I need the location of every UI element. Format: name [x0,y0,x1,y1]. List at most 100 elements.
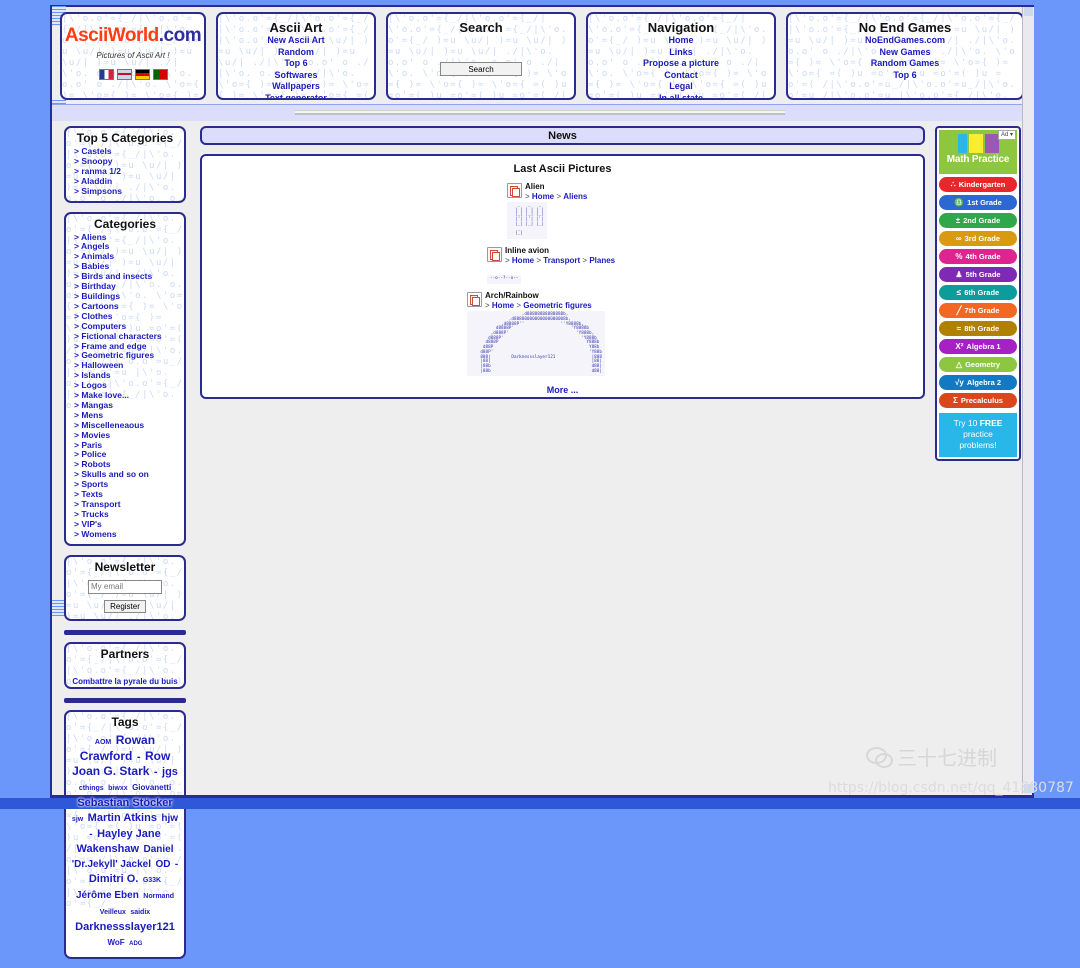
picture-head: Inline avion > Home > Transport > Planes [487,247,923,266]
link-new-ascii-art[interactable]: New Ascii Art [218,35,374,47]
tag-item[interactable]: Rowan Crawford [80,733,155,763]
language-flags [62,69,204,80]
picture-ascii-art[interactable]: ,d88888888888888b, ,d8880000000000000000… [467,311,605,377]
breadcrumb-link[interactable]: Aliens [563,192,587,201]
tag-item[interactable]: Giovanetti [132,783,171,792]
top5-item-simpsons[interactable]: > Simpsons [74,186,184,197]
tag-item[interactable]: - [89,829,92,840]
breadcrumb-link[interactable]: Planes [589,256,615,265]
tag-item[interactable]: Jérôme Eben [76,890,139,901]
picture-meta: Arch/Rainbow > Home > Geometric figures [485,292,592,311]
tags-cloud: AOM Rowan Crawford - Row Joan G. Stark -… [66,731,184,957]
tag-item[interactable]: - [175,859,178,870]
flag-germany-icon[interactable] [134,69,150,80]
sidebar-tags: Tags AOM Rowan Crawford - Row Joan G. St… [64,709,186,959]
tag-item[interactable]: Darknessslayer121 [75,921,175,933]
tag-item[interactable]: - [154,766,158,778]
grade-pill[interactable]: X² Algebra 1 [939,339,1017,354]
tag-item[interactable]: jgs [162,766,178,778]
scroll-up-arrow[interactable] [1024,7,1033,16]
tag-item[interactable]: Sebastian Stöcker [77,797,172,809]
picture-thumbnail-icon[interactable] [487,247,502,263]
grade-pill[interactable]: ♎ 1st Grade [939,195,1017,210]
nav-link-in-all-state[interactable]: In all state [588,93,774,99]
grade-pill[interactable]: △ Geometry [939,357,1017,372]
grade-pill[interactable]: ♟ 5th Grade [939,267,1017,282]
breadcrumb-link[interactable]: Transport [543,256,580,265]
tag-item[interactable]: saidix [130,909,150,916]
link-random[interactable]: Random [218,47,374,59]
ad-ixl-math-practice[interactable]: Ad ▾ Math Practice ∴ Kindergarten ♎ 1st Gra… [935,126,1021,461]
picture-ascii-art[interactable]: --o--?--o-- [487,275,522,284]
grade-pill[interactable]: ∴ Kindergarten [939,177,1017,192]
newsletter-email-input[interactable] [88,579,162,594]
link-top-6[interactable]: Top 6 [218,58,374,70]
games-link-random-games[interactable]: Random Games [788,58,1022,70]
flag-uk-icon[interactable] [116,69,132,80]
grade-pill[interactable]: Σ Precalculus [939,393,1017,408]
picture-thumbnail-icon[interactable] [507,183,522,198]
tag-item[interactable]: Martin Atkins [88,812,157,824]
ad-choices-label[interactable]: Ad ▾ [997,130,1016,140]
grade-pill[interactable]: ╱ 7th Grade [939,303,1017,318]
breadcrumb-link[interactable]: Home [512,256,534,265]
site-logo-panel[interactable]: AsciiWorld.com Pictures of Ascii Art ! [60,12,206,100]
grade-pill[interactable]: ≈8th Grade [939,321,1017,336]
partner-link-pyrale[interactable]: Combattre la pyrale du buis [66,663,184,687]
tag-item[interactable]: cthings [79,785,104,792]
nav-link-links[interactable]: Links [588,47,774,59]
link-text-generator[interactable]: Text generator [218,93,374,99]
picture-entry: Arch/Rainbow > Home > Geometric figures ,… [202,292,923,377]
tag-item[interactable]: sjw [72,816,83,823]
nav-link-legal[interactable]: Legal [588,81,774,93]
search-button[interactable]: Search [440,62,522,76]
category-item[interactable]: > Fictional characters [74,331,184,342]
picture-thumbnail-icon[interactable] [467,292,482,308]
nav-link-home[interactable]: Home [588,35,774,47]
tag-item[interactable]: OD [155,859,170,870]
page-scrollbar[interactable] [1022,7,1034,793]
more-link[interactable]: More ... [202,385,923,395]
grade-glyph-icon: ∞ [955,233,962,243]
picture-ascii-art[interactable]: _ _ _ | | | | | | |_| |_| |_| |'| |'| |'… [507,202,547,239]
grade-pill[interactable]: ≤6th Grade [939,285,1017,300]
games-link-new-games[interactable]: New Games [788,47,1022,59]
picture-name: Inline avion [505,246,550,256]
grade-pill[interactable]: √y Algebra 2 [939,375,1017,390]
tag-item[interactable]: AOM [95,739,111,746]
grade-glyph-icon: ∴ [950,179,956,189]
nav-link-propose-a-picture[interactable]: Propose a picture [588,58,774,70]
tag-item[interactable]: - [137,751,141,763]
tag-item[interactable]: hjw [161,813,178,824]
breadcrumb-link[interactable]: Geometric figures [523,301,591,310]
link-wallpapers[interactable]: Wallpapers [218,81,374,93]
tag-item[interactable]: G33K [143,877,161,884]
grade-pill[interactable]: ∞ 3rd Grade [939,231,1017,246]
scroll-down-arrow[interactable] [1024,784,1033,793]
tag-item[interactable]: Joan G. Stark [72,764,149,778]
games-link-top-6[interactable]: Top 6 [788,70,1022,82]
ad-cta-button[interactable]: Try 10 FREE practice problems! [939,413,1017,457]
tag-item[interactable]: ADG [129,941,142,947]
nav-link-contact[interactable]: Contact [588,70,774,82]
grade-label: Precalculus [960,396,1003,405]
breadcrumb-link[interactable]: Home [532,192,554,201]
grade-pill[interactable]: ±2nd Grade [939,213,1017,228]
panel-navigation: Navigation Home Links Propose a picture … [586,12,776,100]
breadcrumb-link[interactable]: Home [492,301,514,310]
link-softwares[interactable]: Softwares [218,70,374,82]
games-link-noendgames[interactable]: NoEndGames.com [788,35,1022,47]
newsletter-register-button[interactable]: Register [104,599,146,613]
tag-item[interactable]: WoF [108,938,125,947]
flag-france-icon[interactable] [98,69,114,80]
picture-meta: Inline avion > Home > Transport > Planes [505,247,615,266]
category-item[interactable]: > Womens [74,529,184,540]
tag-item[interactable]: Dimitri O. [89,873,139,885]
grade-pill[interactable]: % 4th Grade [939,249,1017,264]
flag-portugal-icon[interactable] [152,69,168,80]
grade-label: 3rd Grade [964,234,1001,243]
tag-item[interactable]: Row [145,749,170,763]
picture-breadcrumb: > Home > Geometric figures [485,301,592,311]
tag-item[interactable]: biwxx [108,785,127,792]
picture-meta: Alien > Home > Aliens [525,183,587,202]
